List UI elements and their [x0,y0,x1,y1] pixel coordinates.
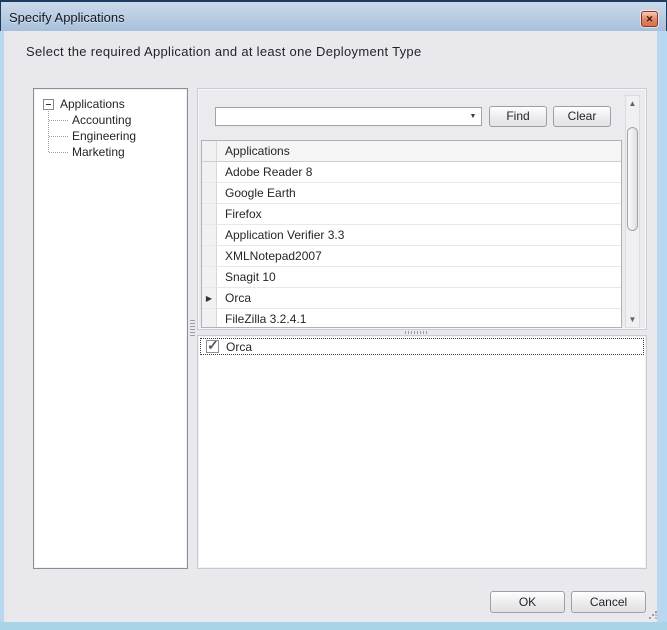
application-name[interactable]: Snagit 10 [217,267,621,288]
deployment-type-item[interactable]: ✓ Orca [200,338,644,355]
application-name[interactable]: Orca [217,288,621,309]
find-button[interactable]: Find [489,106,547,127]
vertical-scrollbar[interactable]: ▲ ▼ [625,95,640,328]
application-name[interactable]: FileZilla 3.2.4.1 [217,309,621,328]
resize-grip-icon[interactable] [649,610,658,619]
application-row[interactable]: Adobe Reader 8 [202,162,621,183]
horizontal-splitter-grip-icon[interactable] [405,331,427,334]
search-input[interactable] [216,108,465,125]
tree-node-applications[interactable]: Applications [34,96,187,112]
window-border-left [0,31,4,630]
application-row[interactable]: FileZilla 3.2.4.1 [202,309,621,328]
application-row[interactable]: XMLNotepad2007 [202,246,621,267]
application-search-panel: ▼ Find Clear Applications Adobe Reader 8… [197,88,647,330]
window-border-bottom [0,622,667,630]
application-name[interactable]: Application Verifier 3.3 [217,225,621,246]
tree-child-label[interactable]: Marketing [72,145,125,159]
row-indicator[interactable] [202,204,217,225]
dialog-window: Specify Applications ✕ Select the requir… [0,0,667,630]
application-row[interactable]: Google Earth [202,183,621,204]
row-indicator[interactable] [202,267,217,288]
application-name[interactable]: XMLNotepad2007 [217,246,621,267]
row-indicator[interactable] [202,183,217,204]
tree-child-item[interactable]: Engineering [34,128,187,144]
row-indicator[interactable] [202,162,217,183]
row-indicator[interactable] [202,246,217,267]
cancel-button[interactable]: Cancel [571,591,646,613]
application-name[interactable]: Firefox [217,204,621,225]
row-indicator[interactable]: ▶ [202,288,217,309]
search-combobox[interactable]: ▼ [215,107,482,126]
application-row[interactable]: Application Verifier 3.3 [202,225,621,246]
deployment-item-label[interactable]: Orca [226,340,252,354]
applications-tree-panel: Applications Accounting Engineering Mark… [33,88,188,569]
scrollbar-thumb[interactable] [627,127,638,231]
grid-body: Adobe Reader 8 Google Earth Firefox Appl… [202,162,621,328]
instruction-text: Select the required Application and at l… [26,44,421,59]
application-row[interactable]: ▶ Orca [202,288,621,309]
application-row[interactable]: Snagit 10 [202,267,621,288]
grid-indicator-header [202,141,217,162]
scroll-down-icon[interactable]: ▼ [626,315,639,324]
tree-children: Accounting Engineering Marketing [34,112,187,160]
current-row-icon: ▶ [206,294,212,303]
window-border-right [657,31,667,630]
vertical-splitter[interactable] [189,88,196,569]
dropdown-arrow-icon[interactable]: ▼ [465,108,481,125]
ok-button[interactable]: OK [490,591,565,613]
applications-tree: Applications Accounting Engineering Mark… [34,89,187,160]
deployment-checkbox[interactable]: ✓ [206,340,219,353]
application-name[interactable]: Google Earth [217,183,621,204]
tree-child-item[interactable]: Marketing [34,144,187,160]
vertical-splitter-grip-icon[interactable] [190,320,195,337]
tree-root-label[interactable]: Applications [60,97,125,111]
row-indicator[interactable] [202,225,217,246]
application-name[interactable]: Adobe Reader 8 [217,162,621,183]
grid-column-header[interactable]: Applications [217,141,621,162]
window-title: Specify Applications [9,10,125,25]
deployment-types-panel: ✓ Orca [197,335,647,569]
checkbox-check-icon: ✓ [207,337,219,354]
tree-child-label[interactable]: Accounting [72,113,131,127]
close-icon[interactable]: ✕ [641,11,658,27]
row-indicator[interactable] [202,309,217,328]
scroll-up-icon[interactable]: ▲ [626,99,639,108]
clear-button[interactable]: Clear [553,106,611,127]
applications-grid: Applications Adobe Reader 8 Google Earth… [201,140,622,328]
title-bar[interactable]: Specify Applications ✕ [0,0,667,31]
grid-header-row: Applications [202,141,621,162]
tree-collapse-icon[interactable] [43,99,54,110]
tree-child-label[interactable]: Engineering [72,129,136,143]
application-row[interactable]: Firefox [202,204,621,225]
tree-child-item[interactable]: Accounting [34,112,187,128]
